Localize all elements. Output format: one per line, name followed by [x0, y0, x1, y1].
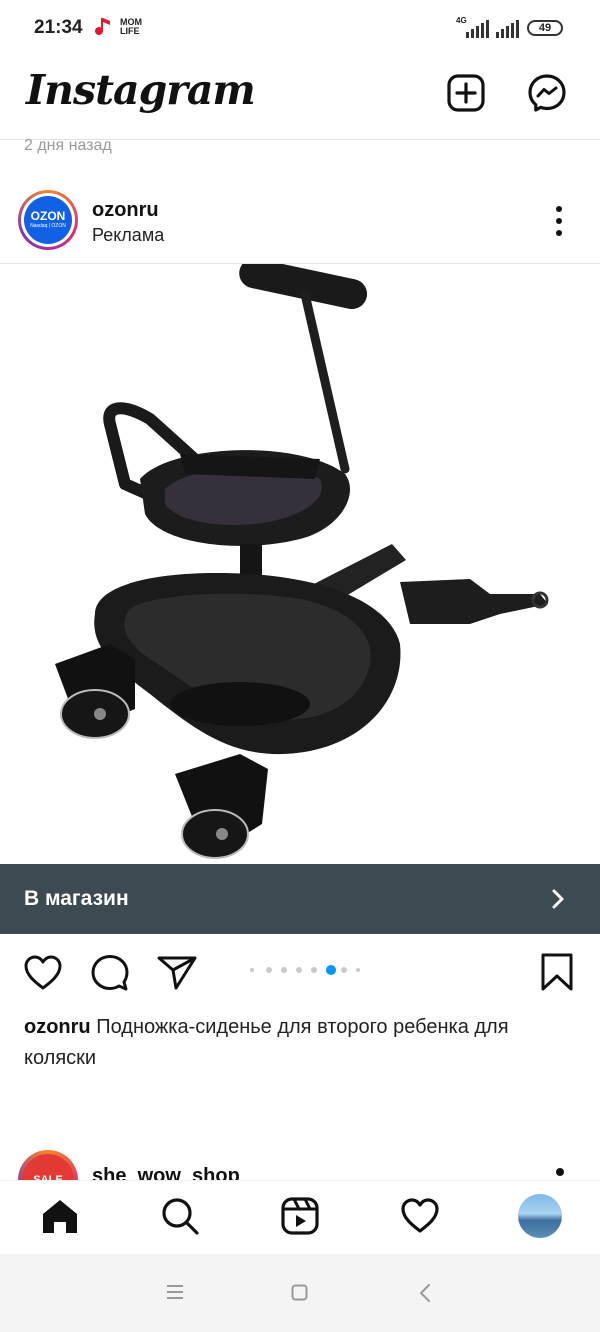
- carousel-dot: [281, 967, 287, 973]
- caption-text: Подножка-сиденье для второго ребенка для…: [24, 1016, 509, 1069]
- status-time: 21:34: [34, 17, 83, 38]
- carousel-indicator: [250, 964, 360, 976]
- home-icon[interactable]: [40, 1196, 80, 1236]
- carousel-dot: [341, 967, 347, 973]
- next-more-icon[interactable]: [556, 1168, 564, 1176]
- post-caption: ozonru Подножка-сиденье для второго ребе…: [24, 1012, 576, 1074]
- carousel-dot: [250, 968, 254, 972]
- more-options-icon[interactable]: [552, 204, 566, 238]
- messenger-icon[interactable]: [527, 73, 567, 113]
- shop-cta-label[interactable]: В магазин: [24, 887, 129, 911]
- instagram-logo[interactable]: Instagram: [26, 66, 256, 114]
- avatar[interactable]: OZON Nasdaq | OZON: [24, 196, 72, 244]
- save-bookmark-icon[interactable]: [536, 951, 578, 993]
- profile-avatar[interactable]: [518, 1194, 562, 1238]
- share-send-icon[interactable]: [156, 952, 198, 994]
- carousel-dot: [266, 967, 272, 973]
- activity-heart-icon[interactable]: [400, 1196, 440, 1236]
- avatar-text: OZON: [30, 209, 66, 223]
- battery-indicator: 49: [527, 20, 563, 36]
- like-heart-icon[interactable]: [22, 952, 64, 994]
- carousel-dot: [296, 967, 302, 973]
- reels-icon[interactable]: [280, 1196, 320, 1236]
- avatar-subtext: Nasdaq | OZON: [30, 223, 66, 229]
- post-image[interactable]: [0, 258, 600, 865]
- comment-icon[interactable]: [89, 952, 131, 994]
- sponsored-label[interactable]: Реклама: [92, 225, 164, 246]
- search-icon[interactable]: [160, 1196, 200, 1236]
- post-username[interactable]: ozonru: [92, 199, 159, 222]
- back-icon[interactable]: [418, 1283, 432, 1303]
- signal-icon-2: [496, 20, 519, 38]
- music-note-icon: [95, 18, 110, 35]
- menu-icon[interactable]: [166, 1284, 184, 1300]
- caption-username[interactable]: ozonru: [24, 1016, 91, 1038]
- home-square-icon[interactable]: [291, 1284, 308, 1301]
- chevron-right-icon[interactable]: [548, 886, 568, 912]
- carousel-dot: [356, 968, 360, 972]
- app-notification-badge: MOM LIFE: [120, 17, 142, 36]
- signal-icon: [466, 20, 489, 38]
- carousel-dot: [326, 965, 336, 975]
- stroller-board-illustration: [55, 258, 549, 859]
- plus-square-icon[interactable]: [446, 73, 486, 113]
- carousel-dot: [311, 967, 317, 973]
- post-timestamp: 2 дня назад: [24, 137, 112, 154]
